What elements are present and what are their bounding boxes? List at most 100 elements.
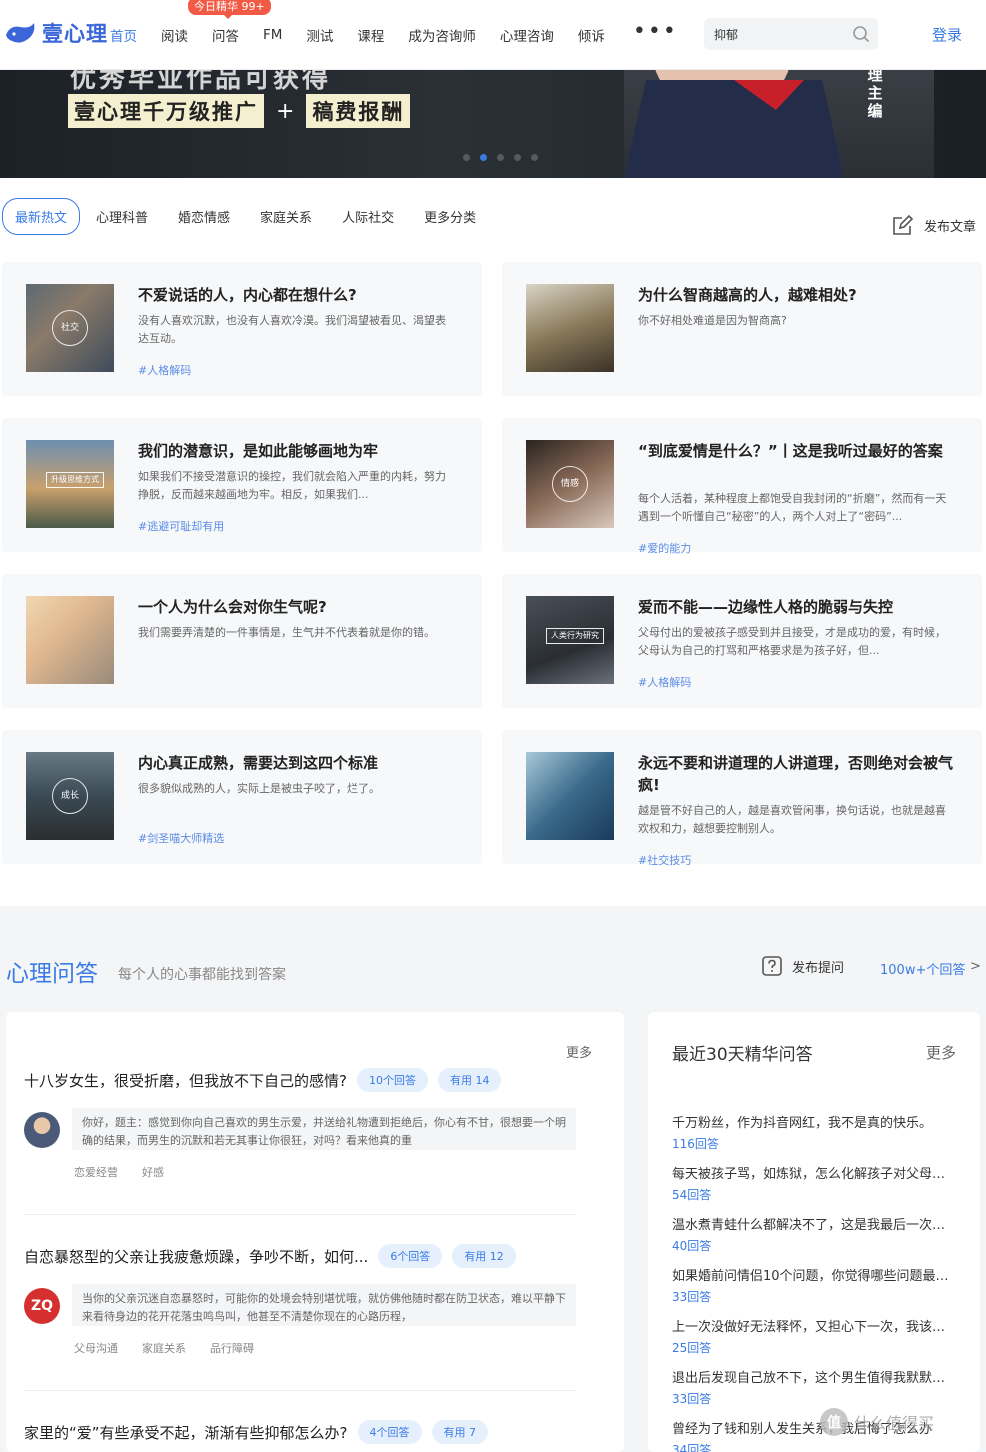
article-thumbnail[interactable]: 社交 (26, 284, 114, 372)
article-thumbnail[interactable] (26, 596, 114, 684)
question-tag[interactable]: 好感 (142, 1164, 164, 1180)
recent-qa-item[interactable]: 千万粉丝，作为抖音网红，我不是真的快乐。 116回答 (672, 1112, 956, 1163)
recent-question[interactable]: 温水煮青蛙什么都解决不了，这是我最后一次求助 (672, 1214, 956, 1233)
article-card[interactable]: 社交 不爱说话的人，内心都在想什么? 没有人喜欢沉默，也没有人喜欢冷漠。我们渴望被看… (2, 262, 482, 396)
search-icon[interactable] (852, 25, 870, 43)
recent-answer-count[interactable]: 34回答 (672, 1441, 956, 1452)
nav-item-7[interactable]: 心理咨询 (500, 25, 554, 45)
recent-question[interactable]: 退出后发现自己放不下，这个男生值得我默默等待吗 (672, 1367, 956, 1386)
article-card[interactable]: 一个人为什么会对你生气呢? 我们需要弄清楚的一件事情是，生气并不代表着就是你的错。 (2, 574, 482, 708)
article-title[interactable]: 不爱说话的人，内心都在想什么? (138, 284, 458, 306)
question-title[interactable]: 自恋暴怒型的父亲让我疲惫烦躁，争吵不断，如何... (24, 1246, 368, 1267)
article-thumbnail[interactable]: 人类行为研究 (526, 596, 614, 684)
recent-question[interactable]: 如果婚前问情侣10个问题，你觉得哪些问题最重要 (672, 1265, 956, 1284)
tab-5[interactable]: 更多分类 (424, 207, 476, 226)
article-tag[interactable]: #逃避可耻却有用 (138, 518, 224, 534)
more-menu-icon[interactable]: ••• (633, 19, 678, 44)
question-title[interactable]: 十八岁女生，很受折磨，但我放不下自己的感情? (24, 1070, 347, 1091)
question-tag[interactable]: 家庭关系 (142, 1340, 186, 1356)
promo-banner[interactable]: 优秀毕业作品可获得 壹心理千万级推广 + 稿费报酬 理主编 (0, 70, 986, 178)
article-tag[interactable]: #爱的能力 (638, 540, 691, 556)
recent-question[interactable]: 千万粉丝，作为抖音网红，我不是真的快乐。 (672, 1112, 956, 1131)
tab-4[interactable]: 人际社交 (342, 207, 394, 226)
recent-more-link[interactable]: 更多 (926, 1042, 956, 1063)
nav-item-6[interactable]: 成为咨询师 (408, 25, 476, 45)
answer-count-link[interactable]: 100w+个回答 (880, 959, 965, 978)
avatar[interactable]: ZQ (24, 1288, 60, 1324)
recent-answer-count[interactable]: 25回答 (672, 1339, 956, 1356)
article-card[interactable]: 为什么智商越高的人，越难相处? 你不好相处难道是因为智商高? (502, 262, 982, 396)
publish-article-button[interactable]: 发布文章 (892, 214, 976, 236)
recent-qa-item[interactable]: 如果婚前问情侣10个问题，你觉得哪些问题最重要 33回答 (672, 1265, 956, 1316)
recent-qa-item[interactable]: 上一次没做好无法释怀，又担心下一次，我该怎么办 25回答 (672, 1316, 956, 1367)
article-thumbnail[interactable]: 升级思维方式 (26, 440, 114, 528)
recent-answer-count[interactable]: 33回答 (672, 1390, 956, 1407)
article-tag[interactable]: #人格解码 (138, 362, 191, 378)
recent-answer-count[interactable]: 54回答 (672, 1186, 956, 1203)
search-box[interactable] (704, 18, 878, 50)
question-tag[interactable]: 品行障碍 (210, 1340, 254, 1356)
nav-item-0[interactable]: 首页 (110, 25, 137, 45)
nav-item-5[interactable]: 课程 (357, 25, 384, 45)
tab-2[interactable]: 婚恋情感 (178, 207, 230, 226)
recent-question[interactable]: 上一次没做好无法释怀，又担心下一次，我该怎么办 (672, 1316, 956, 1335)
question-title[interactable]: 家里的“爱”有些承受不起，渐渐有些抑郁怎么办? (24, 1422, 348, 1443)
logo[interactable]: 壹心理 (4, 18, 108, 48)
carousel-dot[interactable] (497, 154, 504, 161)
article-title[interactable]: 我们的潜意识，是如此能够画地为牢 (138, 440, 458, 462)
article-title[interactable]: 永远不要和讲道理的人讲道理，否则绝对会被气疯! (638, 752, 958, 796)
login-link[interactable]: 登录 (932, 24, 962, 45)
useful-count-badge[interactable]: 有用 12 (452, 1244, 516, 1268)
answer-count-badge[interactable]: 6个回答 (378, 1244, 443, 1268)
avatar[interactable] (24, 1112, 60, 1148)
article-card[interactable]: 情感 “到底爱情是什么？”丨这是我听过最好的答案 每个人活着，某种程度上都饱受自我封… (502, 418, 982, 555)
article-title[interactable]: 一个人为什么会对你生气呢? (138, 596, 458, 618)
chevron-right-icon[interactable]: > (970, 959, 981, 974)
article-title[interactable]: 内心真正成熟，需要达到这四个标准 (138, 752, 458, 774)
qa-heading[interactable]: 心理问答 (6, 954, 98, 988)
useful-count-badge[interactable]: 有用 14 (437, 1068, 502, 1092)
recent-question[interactable]: 每天被孩子骂，如炼狱，怎么化解孩子对父母的怨恨 (672, 1163, 956, 1182)
search-input[interactable] (714, 27, 844, 41)
question-tag[interactable]: 父母沟通 (74, 1340, 118, 1356)
recent-answer-count[interactable]: 116回答 (672, 1135, 956, 1152)
recent-qa-item[interactable]: 温水煮青蛙什么都解决不了，这是我最后一次求助 40回答 (672, 1214, 956, 1265)
nav-item-8[interactable]: 倾诉 (578, 25, 605, 45)
nav-item-4[interactable]: 测试 (306, 25, 333, 45)
article-title[interactable]: 爱而不能——边缘性人格的脆弱与失控 (638, 596, 958, 618)
article-title[interactable]: “到底爱情是什么？”丨这是我听过最好的答案 (638, 440, 958, 462)
carousel-dot[interactable] (514, 154, 521, 161)
tab-0[interactable]: 最新热文 (2, 198, 81, 235)
article-thumbnail[interactable]: 情感 (526, 440, 614, 528)
article-tag[interactable]: #社交技巧 (638, 852, 691, 868)
article-tag[interactable]: #剑圣喵大师精选 (138, 830, 224, 846)
question-tag[interactable]: 恋爱经营 (74, 1164, 118, 1180)
article-thumbnail[interactable] (526, 752, 614, 840)
useful-count-badge[interactable]: 有用 7 (431, 1420, 489, 1444)
nav-item-1[interactable]: 阅读 (161, 25, 188, 45)
carousel-dot[interactable] (531, 154, 538, 161)
tab-3[interactable]: 家庭关系 (260, 207, 312, 226)
article-title[interactable]: 为什么智商越高的人，越难相处? (638, 284, 958, 306)
answer-count-badge[interactable]: 4个回答 (357, 1420, 422, 1444)
recent-answer-count[interactable]: 40回答 (672, 1237, 956, 1254)
nav-item-3[interactable]: FM (263, 27, 282, 43)
nav-item-2[interactable]: 问答 今日精华 99+ (188, 0, 271, 45)
carousel-dot[interactable] (463, 154, 470, 161)
tab-1[interactable]: 心理科普 (96, 207, 148, 226)
carousel-dot[interactable] (480, 154, 487, 161)
answer-preview[interactable]: ZQ 当你的父亲沉迷自恋暴怒时，可能你的处境会特别堪忧哦，就仿佛他随时都在防卫状态… (24, 1284, 576, 1328)
qa-more-link[interactable]: 更多 (566, 1042, 592, 1061)
ask-question-button[interactable]: 发布提问 (762, 956, 844, 976)
recent-qa-item[interactable]: 每天被孩子骂，如炼狱，怎么化解孩子对父母的怨恨 54回答 (672, 1163, 956, 1214)
answer-count-badge[interactable]: 10个回答 (356, 1068, 428, 1092)
article-card[interactable]: 成长 内心真正成熟，需要达到这四个标准 很多貌似成熟的人，实际上是被虫子咬了，烂了。… (2, 730, 482, 864)
recent-answer-count[interactable]: 33回答 (672, 1288, 956, 1305)
article-thumbnail[interactable]: 成长 (26, 752, 114, 840)
article-card[interactable]: 人类行为研究 爱而不能——边缘性人格的脆弱与失控 父母付出的爱被孩子感受到并且接受，… (502, 574, 982, 708)
article-card[interactable]: 永远不要和讲道理的人讲道理，否则绝对会被气疯! 越是管不好自己的人，越是喜欢管闲事… (502, 730, 982, 867)
answer-preview[interactable]: 你好，题主：感觉到你向自己喜欢的男生示爱，并送给礼物遭到拒绝后，你心有不甘，很想… (24, 1108, 576, 1152)
article-tag[interactable]: #人格解码 (638, 674, 691, 690)
article-thumbnail[interactable] (526, 284, 614, 372)
article-card[interactable]: 升级思维方式 我们的潜意识，是如此能够画地为牢 如果我们不接受潜意识的操控，我们就会… (2, 418, 482, 552)
